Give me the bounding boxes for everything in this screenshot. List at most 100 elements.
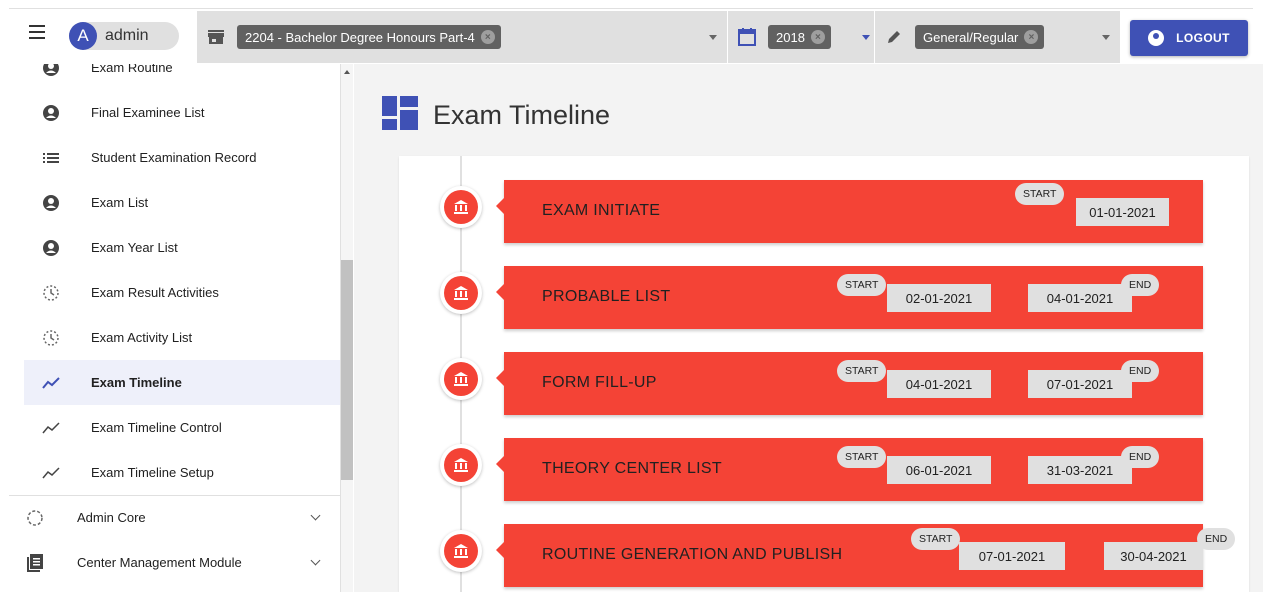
end-tag: END: [1121, 446, 1160, 468]
sidebar-module-admin-core[interactable]: Admin Core: [9, 495, 340, 540]
program-dropdown-icon[interactable]: [709, 35, 717, 40]
sidebar-item-exam-routine[interactable]: Exam Routine: [24, 64, 340, 90]
logout-button[interactable]: LOGOUT: [1130, 20, 1248, 56]
sidebar-item-label: Exam Activity List: [91, 330, 193, 345]
start-date: 07-01-2021: [959, 542, 1065, 570]
clock-dashed-icon: [41, 328, 61, 348]
start-tag: START: [1015, 183, 1065, 205]
timeline-icon: [41, 373, 61, 393]
end-date: 07-01-2021: [1028, 370, 1132, 398]
event-title: PROBABLE LIST: [542, 288, 671, 305]
start-date: 02-01-2021: [887, 284, 991, 312]
account-circle-icon: [41, 193, 61, 213]
bank-icon: [440, 444, 482, 486]
account-circle-icon: [1148, 30, 1165, 46]
calendar-icon: [738, 28, 756, 46]
sidebar: Exam Routine Final Examinee List Student…: [9, 64, 341, 592]
timeline-icon: [41, 463, 61, 483]
sidebar-item-label: Final Examinee List: [91, 105, 205, 120]
event-title: THEORY CENTER LIST: [542, 460, 722, 477]
timeline-event: FORM FILL-UP 04-01-2021 START 07-01-2021…: [399, 352, 1249, 416]
avatar: A: [69, 22, 97, 50]
sidebar-item-label: Student Examination Record: [91, 150, 257, 165]
program-chip-label: 2204 - Bachelor Degree Honours Part-4: [245, 29, 475, 45]
document-list-icon: [25, 553, 45, 573]
timeline-event: EXAM INITIATE 01-01-2021 START: [399, 180, 1249, 244]
scroll-up-icon[interactable]: [344, 70, 350, 74]
clear-program-icon[interactable]: ×: [480, 30, 495, 44]
user-name: admin: [105, 27, 149, 44]
sidebar-item-exam-year-list[interactable]: Exam Year List: [24, 225, 340, 270]
sidebar-item-label: Exam Timeline Setup: [91, 465, 214, 480]
timeline-icon: [41, 418, 61, 438]
sidebar-item-label: Exam Timeline: [91, 375, 182, 390]
account-circle-icon: [41, 103, 61, 123]
timeline-event: THEORY CENTER LIST 06-01-2021 START 31-0…: [399, 438, 1249, 502]
sidebar-item-label: Exam Timeline Control: [91, 420, 222, 435]
bank-icon: [440, 358, 482, 400]
user-chip[interactable]: A admin: [69, 22, 179, 50]
main-content: Exam Timeline EXAM INITIATE 01-01-2021 S…: [354, 64, 1263, 592]
timeline-event-box[interactable]: FORM FILL-UP 04-01-2021 START 07-01-2021…: [496, 352, 1203, 415]
start-tag: START: [837, 446, 887, 468]
exam-type-chip: General/Regular ×: [915, 25, 1045, 49]
end-date: 31-03-2021: [1028, 456, 1132, 484]
page-title: Exam Timeline: [433, 100, 611, 130]
sidebar-item-exam-list[interactable]: Exam List: [24, 180, 340, 225]
dashboard-icon: [382, 96, 418, 130]
timeline-event: ROUTINE GENERATION AND PUBLISH 07-01-202…: [399, 524, 1249, 588]
exam-type-dropdown-icon[interactable]: [1102, 35, 1110, 40]
clear-year-icon[interactable]: ×: [810, 30, 825, 44]
menu-icon[interactable]: [29, 25, 45, 39]
list-icon: [41, 148, 61, 168]
bank-icon: [440, 530, 482, 572]
sidebar-item-exam-activity-list[interactable]: Exam Activity List: [24, 315, 340, 360]
program-chip: 2204 - Bachelor Degree Honours Part-4 ×: [237, 25, 501, 49]
start-tag: START: [911, 528, 961, 550]
year-chip-label: 2018: [776, 29, 805, 45]
timeline-event-box[interactable]: THEORY CENTER LIST 06-01-2021 START 31-0…: [496, 438, 1203, 501]
bank-icon: [440, 272, 482, 314]
clear-exam-type-icon[interactable]: ×: [1024, 30, 1039, 44]
timeline-event: PROBABLE LIST 02-01-2021 START 04-01-202…: [399, 266, 1249, 330]
exam-type-select[interactable]: General/Regular ×: [875, 11, 1120, 63]
chevron-down-icon: [310, 555, 321, 566]
year-chip: 2018 ×: [768, 25, 831, 49]
sidebar-module-center-management[interactable]: Center Management Module: [9, 540, 340, 585]
sidebar-item-label: Exam Result Activities: [91, 285, 219, 300]
start-tag: START: [837, 274, 887, 296]
end-tag: END: [1121, 360, 1160, 382]
event-title: ROUTINE GENERATION AND PUBLISH: [542, 546, 843, 563]
program-select[interactable]: 2204 - Bachelor Degree Honours Part-4 ×: [197, 11, 727, 63]
store-icon: [207, 28, 225, 46]
end-tag: END: [1197, 528, 1236, 550]
event-title: FORM FILL-UP: [542, 374, 657, 391]
sidebar-item-exam-result-activities[interactable]: Exam Result Activities: [24, 270, 340, 315]
end-tag: END: [1121, 274, 1160, 296]
timeline-event-box[interactable]: EXAM INITIATE 01-01-2021 START: [496, 180, 1203, 243]
sidebar-item-final-examinee-list[interactable]: Final Examinee List: [24, 90, 340, 135]
sidebar-item-label: Exam Routine: [91, 64, 173, 75]
timeline-event-box[interactable]: PROBABLE LIST 02-01-2021 START 04-01-202…: [496, 266, 1203, 329]
circle-dashed-icon: [25, 508, 45, 528]
exam-type-chip-label: General/Regular: [923, 29, 1019, 45]
start-tag: START: [837, 360, 887, 382]
sidebar-item-exam-timeline[interactable]: Exam Timeline: [24, 360, 340, 405]
start-date: 06-01-2021: [887, 456, 991, 484]
account-circle-icon: [41, 238, 61, 258]
year-select[interactable]: 2018 ×: [728, 11, 874, 63]
sidebar-item-exam-timeline-setup[interactable]: Exam Timeline Setup: [24, 450, 340, 495]
end-date: 30-04-2021: [1104, 542, 1203, 570]
sidebar-scroll-thumb[interactable]: [341, 260, 353, 480]
sidebar-item-exam-timeline-control[interactable]: Exam Timeline Control: [24, 405, 340, 450]
event-title: EXAM INITIATE: [542, 202, 661, 219]
year-dropdown-icon[interactable]: [862, 35, 870, 40]
sidebar-module-label: Admin Core: [77, 510, 146, 525]
timeline-event-box[interactable]: ROUTINE GENERATION AND PUBLISH 07-01-202…: [496, 524, 1236, 587]
pencil-icon: [885, 28, 903, 46]
end-date: 04-01-2021: [1028, 284, 1132, 312]
start-date: 04-01-2021: [887, 370, 991, 398]
sidebar-module-label: Center Management Module: [77, 555, 242, 570]
sidebar-item-label: Exam List: [91, 195, 149, 210]
sidebar-item-student-examination-record[interactable]: Student Examination Record: [24, 135, 340, 180]
